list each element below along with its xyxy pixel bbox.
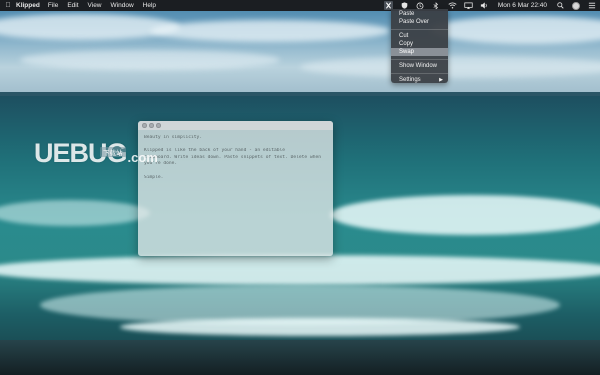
menu-clock[interactable]: Mon 6 Mar 22:40 xyxy=(498,2,547,9)
menu-item-settings[interactable]: Settings ▶ xyxy=(391,76,448,84)
close-window-button[interactable] xyxy=(142,123,147,128)
klipped-note-window: Beauty in simplicity. Klipped is like th… xyxy=(138,121,333,256)
minimize-window-button[interactable] xyxy=(149,123,154,128)
wallpaper-cloud xyxy=(150,20,390,42)
menu-item-copy[interactable]: Copy xyxy=(391,40,448,48)
wallpaper-cloud xyxy=(300,56,600,78)
wallpaper-foam xyxy=(120,318,520,336)
menu-item-show-window[interactable]: Show Window xyxy=(391,62,448,70)
search-icon[interactable] xyxy=(556,1,565,10)
airplay-display-icon[interactable] xyxy=(464,1,473,10)
menu-edit[interactable]: Edit xyxy=(67,2,78,9)
wallpaper-foam xyxy=(0,255,600,285)
apple-menu-icon[interactable]:  xyxy=(0,2,16,9)
menu-item-swap[interactable]: Swap xyxy=(391,48,448,56)
note-line: Beauty in simplicity. xyxy=(144,135,203,140)
note-line: Simple. xyxy=(144,174,164,180)
menu-item-cut[interactable]: Cut xyxy=(391,32,448,40)
user-avatar-icon[interactable] xyxy=(572,1,580,10)
menu-separator xyxy=(391,72,448,74)
klipped-status-menu: Paste Paste Over Cut Copy Swap Show Wind… xyxy=(391,9,448,83)
wifi-icon[interactable] xyxy=(448,1,457,10)
zoom-window-button[interactable] xyxy=(156,123,161,128)
menu-bar:  Klipped File Edit View Window Help Mon… xyxy=(0,0,600,11)
menu-item-paste-over[interactable]: Paste Over xyxy=(391,18,448,26)
menu-help[interactable]: Help xyxy=(143,2,156,9)
note-text-area[interactable]: Beauty in simplicity. Klipped is like th… xyxy=(138,130,333,186)
menu-separator xyxy=(391,28,448,30)
wallpaper-shore xyxy=(0,340,600,375)
list-icon[interactable] xyxy=(587,1,596,10)
wallpaper-cloud xyxy=(20,50,280,70)
menu-view[interactable]: View xyxy=(88,2,102,9)
watermark-logo: UEBUG 下载站 .com xyxy=(34,138,158,169)
wallpaper-foam xyxy=(330,195,600,235)
submenu-arrow-icon: ▶ xyxy=(439,77,443,83)
menu-separator xyxy=(391,58,448,60)
note-blank-line xyxy=(144,142,327,149)
menu-item-paste[interactable]: Paste xyxy=(391,10,448,18)
note-line: Klipped is like the back of your hand - … xyxy=(144,148,286,154)
menu-file[interactable]: File xyxy=(48,2,58,9)
note-line: clipboard. Write ideas down. Paste snipp… xyxy=(144,154,322,160)
watermark-subtitle: 下载站 xyxy=(100,147,126,157)
menu-item-settings-label: Settings xyxy=(399,77,421,83)
note-blank-line xyxy=(144,168,327,175)
window-titlebar[interactable] xyxy=(138,121,333,130)
volume-icon[interactable] xyxy=(480,1,489,10)
watermark-domain: .com xyxy=(127,150,158,165)
note-line: you're done. xyxy=(144,161,178,167)
menu-app-name[interactable]: Klipped xyxy=(16,2,40,9)
menu-window[interactable]: Window xyxy=(111,2,134,9)
